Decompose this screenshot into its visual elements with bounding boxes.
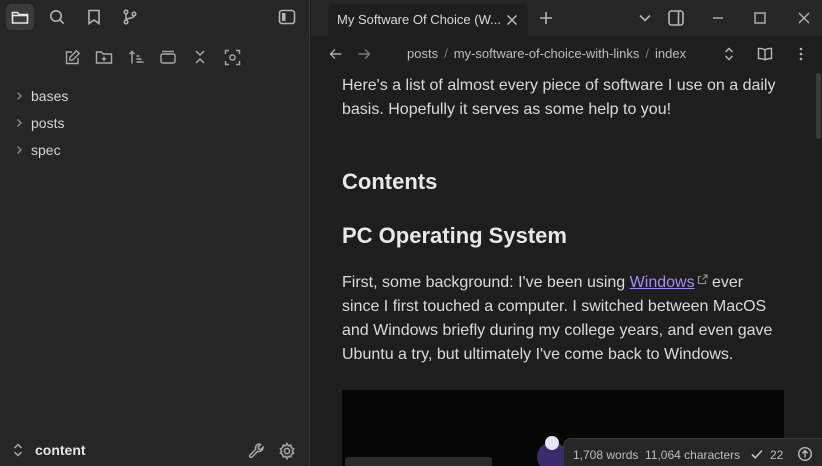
sort-icon bbox=[128, 49, 145, 66]
editor-pane: My Software Of Choice (W... posts / my-s… bbox=[311, 0, 822, 466]
reveal-file-button[interactable] bbox=[220, 45, 244, 69]
text-line: First, some background: I've been using … bbox=[342, 271, 784, 295]
heading-pc-operating-system: PC Operating System bbox=[342, 223, 567, 248]
text-line: Ubuntu a try, but ultimately I've come b… bbox=[342, 346, 734, 363]
background-paragraph: First, some background: I've been using … bbox=[342, 271, 784, 367]
chevron-right-icon bbox=[14, 145, 24, 155]
chevron-right-icon bbox=[14, 118, 24, 128]
sidebar-toggle-icon bbox=[278, 9, 296, 25]
minimize-icon[interactable] bbox=[709, 9, 727, 27]
new-note-icon bbox=[64, 49, 81, 66]
checkmark-icon bbox=[750, 447, 764, 461]
collapse-all-icon bbox=[192, 49, 208, 65]
new-folder-button[interactable] bbox=[92, 45, 116, 69]
new-note-button[interactable] bbox=[60, 45, 84, 69]
chevron-right-icon bbox=[14, 91, 24, 101]
sort-button[interactable] bbox=[124, 45, 148, 69]
text-line: and Windows briefly during my college ye… bbox=[342, 322, 773, 339]
tab-active-note[interactable]: My Software Of Choice (W... bbox=[328, 4, 528, 36]
breadcrumb-item[interactable]: posts bbox=[407, 46, 438, 61]
windows-link[interactable]: Windows bbox=[630, 274, 695, 291]
more-options-icon[interactable] bbox=[793, 46, 809, 62]
folder-label: posts bbox=[31, 114, 65, 131]
sidebar-ribbon bbox=[0, 0, 310, 34]
text-line: since I first touched a computer. I swit… bbox=[342, 298, 767, 315]
image-figure-highlight bbox=[545, 436, 559, 450]
maximize-icon[interactable] bbox=[751, 9, 769, 27]
gear-icon[interactable] bbox=[277, 441, 297, 461]
plus-icon[interactable] bbox=[537, 9, 555, 27]
folder-label: bases bbox=[31, 87, 69, 104]
file-explorer-actions bbox=[0, 42, 310, 72]
intro-paragraph: Here's a list of almost every piece of s… bbox=[342, 74, 784, 122]
status-bar: 1,708 words 11,064 characters 22 bbox=[563, 438, 822, 466]
expand-icon[interactable] bbox=[721, 46, 737, 62]
collapse-all-button[interactable] bbox=[188, 45, 212, 69]
backlink-count[interactable]: 22 bbox=[770, 448, 783, 462]
vault-bar: content bbox=[0, 434, 310, 466]
reading-view-icon[interactable] bbox=[757, 46, 773, 62]
auto-reveal-button[interactable] bbox=[156, 45, 180, 69]
folder-spec[interactable]: spec bbox=[0, 136, 310, 163]
left-sidebar: bases posts spec content bbox=[0, 0, 310, 466]
character-count: 11,064 characters bbox=[645, 448, 741, 462]
breadcrumb-item[interactable]: index bbox=[655, 46, 686, 61]
chevron-down-icon[interactable] bbox=[636, 9, 654, 27]
external-link-icon bbox=[697, 274, 708, 285]
file-explorer-button[interactable] bbox=[6, 4, 34, 30]
search-icon bbox=[49, 9, 65, 25]
tab-bar: My Software Of Choice (W... bbox=[311, 0, 822, 36]
source-control-button[interactable] bbox=[116, 4, 144, 30]
git-branch-icon bbox=[122, 9, 138, 25]
folder-icon bbox=[11, 9, 29, 25]
note-content: Here's a list of almost every piece of s… bbox=[342, 72, 784, 367]
breadcrumb: posts / my-software-of-choice-with-links / i… bbox=[407, 46, 686, 61]
vault-switcher-icon[interactable] bbox=[12, 443, 24, 457]
folder-bases[interactable]: bases bbox=[0, 82, 310, 109]
text-span: First, some background: I've been using bbox=[342, 274, 630, 291]
wrench-icon[interactable] bbox=[247, 441, 267, 461]
file-tree: bases posts spec bbox=[0, 82, 310, 163]
back-arrow-icon[interactable] bbox=[329, 47, 343, 61]
breadcrumb-separator: / bbox=[645, 46, 649, 61]
text-span: ever bbox=[707, 274, 744, 291]
folder-posts[interactable]: posts bbox=[0, 109, 310, 136]
breadcrumb-item[interactable]: my-software-of-choice-with-links bbox=[454, 46, 640, 61]
view-header: posts / my-software-of-choice-with-links / i… bbox=[311, 36, 822, 72]
new-folder-icon bbox=[95, 49, 113, 65]
image-taskbar bbox=[345, 457, 492, 466]
word-count: 1,708 words bbox=[573, 448, 639, 462]
reveal-file-icon bbox=[224, 49, 241, 66]
close-window-icon[interactable] bbox=[795, 9, 813, 27]
folder-label: spec bbox=[31, 141, 61, 158]
close-icon[interactable] bbox=[505, 13, 519, 27]
toggle-sidebar-button[interactable] bbox=[273, 4, 301, 30]
forward-arrow-icon[interactable] bbox=[357, 47, 371, 61]
bookmark-icon bbox=[87, 9, 101, 25]
text-line: Here's a list of almost every piece of s… bbox=[342, 77, 776, 94]
bookmarks-button[interactable] bbox=[80, 4, 108, 30]
breadcrumb-separator: / bbox=[444, 46, 448, 61]
split-view-icon[interactable] bbox=[667, 9, 685, 27]
text-line: basis. Hopefully it serves as some help … bbox=[342, 101, 672, 118]
heading-contents: Contents bbox=[342, 169, 438, 194]
vault-name[interactable]: content bbox=[35, 442, 86, 458]
tab-title: My Software Of Choice (W... bbox=[337, 12, 501, 27]
scrollbar-thumb[interactable] bbox=[816, 73, 821, 139]
search-button[interactable] bbox=[43, 4, 71, 30]
sync-icon[interactable] bbox=[797, 446, 813, 462]
collapse-view-icon bbox=[159, 49, 177, 65]
